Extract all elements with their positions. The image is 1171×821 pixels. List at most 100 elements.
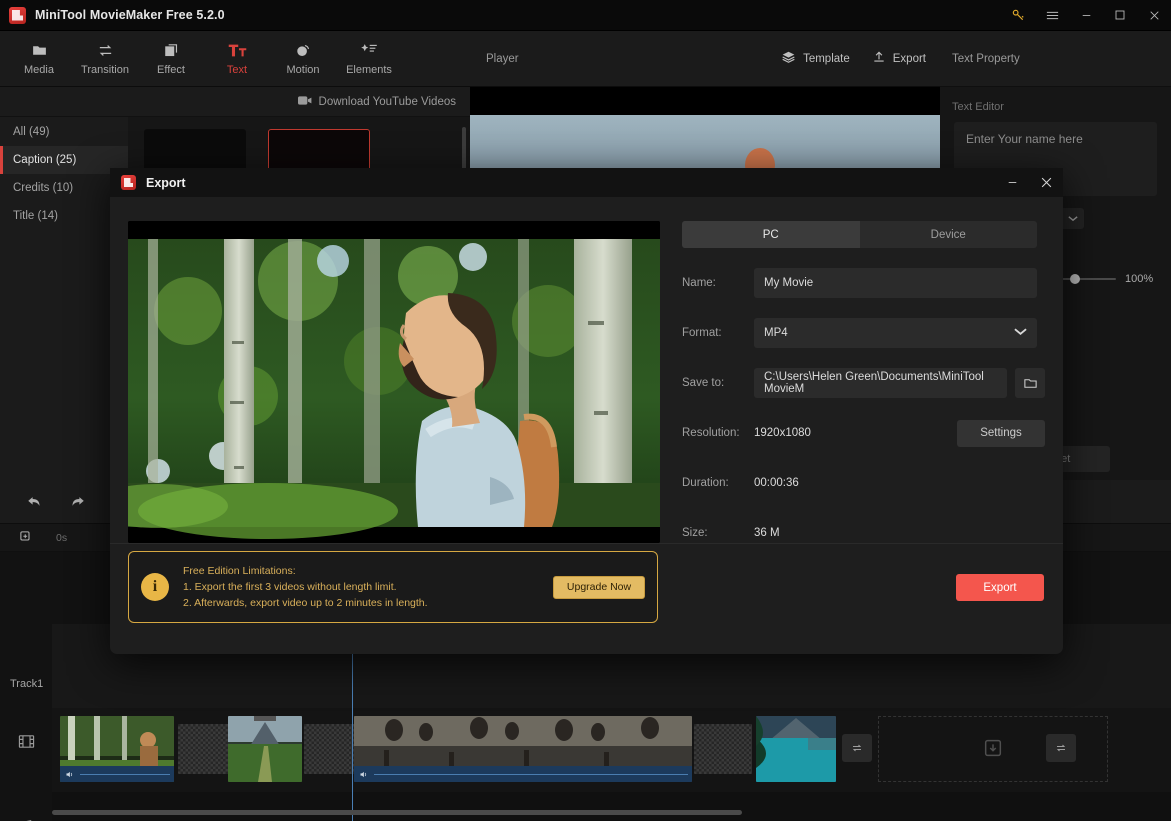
timeline-transition-2[interactable] (1046, 734, 1076, 762)
save-to-label: Save to: (682, 377, 725, 389)
minimize-icon[interactable] (995, 168, 1029, 197)
toolbar-item-motion[interactable]: Motion (270, 32, 336, 86)
size-value: 36 M (754, 527, 780, 539)
hamburger-menu-icon[interactable] (1035, 0, 1069, 31)
add-media-icon[interactable] (0, 530, 52, 545)
category-list: All (49) Caption (25) Credits (10) Title… (0, 117, 128, 480)
video-track-header[interactable] (0, 734, 52, 749)
drop-here-icon (982, 737, 1004, 762)
format-select[interactable]: MP4 (754, 318, 1037, 348)
app-title: MiniTool MovieMaker Free 5.2.0 (35, 8, 225, 22)
timeline-clip-mountain-path[interactable] (228, 716, 302, 782)
tab-pc[interactable]: PC (682, 221, 860, 248)
name-input[interactable]: My Movie (754, 268, 1037, 298)
export-button[interactable]: Export (872, 50, 926, 67)
notice-line-2: 2. Afterwards, export video up to 2 minu… (183, 597, 428, 609)
redo-icon[interactable] (69, 494, 86, 509)
main-toolbar: Media Transition Effect Text Motion Elem… (0, 31, 470, 87)
settings-button[interactable]: Settings (957, 419, 1045, 447)
motion-icon (295, 42, 312, 59)
toolbar-item-text[interactable]: Text (204, 32, 270, 86)
timeline-clip-balloons[interactable] (354, 716, 692, 782)
close-icon[interactable] (1137, 0, 1171, 31)
size-label: Size: (682, 527, 708, 539)
save-to-input[interactable]: C:\Users\Helen Green\Documents\MiniTool … (754, 368, 1007, 398)
duration-row: Duration: 00:00:36 (682, 468, 1045, 498)
toolbar-item-elements[interactable]: Elements (336, 32, 402, 86)
player-header-actions: Template Export (781, 50, 926, 67)
duration-label: Duration: (682, 477, 729, 489)
resolution-value: 1920x1080 (754, 427, 811, 439)
chevron-down-icon (1068, 213, 1078, 225)
info-icon: i (141, 573, 169, 601)
category-item-title[interactable]: Title (14) (0, 202, 128, 230)
chevron-down-icon (1014, 327, 1027, 339)
template-button[interactable]: Template (781, 50, 850, 67)
resolution-label: Resolution: (682, 427, 740, 439)
timeline-audio-lane[interactable] (52, 792, 1171, 821)
video-preview-thumbnail (128, 221, 660, 543)
duration-value: 00:00:36 (754, 477, 799, 489)
free-edition-notice: i Free Edition Limitations: 1. Export th… (128, 551, 658, 623)
export-confirm-button[interactable]: Export (956, 574, 1044, 601)
timeline-time-label: 0s (56, 531, 68, 544)
browse-folder-button[interactable] (1015, 368, 1045, 398)
timeline-horizontal-scrollbar[interactable] (52, 810, 742, 815)
notice-heading: Free Edition Limitations: (183, 565, 296, 577)
toolbar-label: Elements (346, 63, 392, 76)
maximize-icon[interactable] (1103, 0, 1137, 31)
category-item-caption[interactable]: Caption (25) (0, 146, 128, 174)
toolbar-item-transition[interactable]: Transition (72, 32, 138, 86)
app-window: MiniTool MovieMaker Free 5.2.0 Media Tra… (0, 0, 1171, 821)
window-controls (1001, 0, 1171, 31)
opacity-slider-knob[interactable] (1070, 274, 1081, 284)
toolbar-item-effect[interactable]: Effect (138, 32, 204, 86)
folder-icon (31, 42, 48, 59)
footer-divider (110, 543, 1063, 544)
resolution-row: Resolution: 1920x1080 Settings (682, 418, 1045, 448)
text-editor-section-label: Text Editor (952, 101, 1004, 113)
notice-line-1: 1. Export the first 3 videos without len… (183, 581, 397, 593)
toolbar-label: Transition (81, 63, 129, 76)
toolbar-label: Effect (157, 63, 185, 76)
elements-icon (360, 42, 378, 59)
save-to-row: Save to: C:\Users\Helen Green\Documents\… (682, 368, 1045, 398)
category-label: Title (14) (13, 210, 58, 222)
timeline-clip-row (60, 716, 1171, 782)
undo-icon[interactable] (26, 494, 43, 509)
clip-audio-strip (60, 766, 174, 782)
close-icon[interactable] (1029, 168, 1063, 197)
timeline-clip-forest-hiker[interactable] (60, 716, 174, 782)
export-dialog-controls (995, 168, 1063, 197)
toolbar-label: Motion (286, 63, 320, 76)
youtube-download-icon (297, 95, 312, 109)
upload-icon (872, 50, 886, 67)
transition-icon (97, 42, 114, 59)
export-settings-form: PC Device Name: My Movie Format: MP4 Sav… (660, 221, 1063, 543)
category-label: All (49) (13, 126, 50, 138)
timeline-clip-lake[interactable] (756, 716, 836, 782)
category-item-all[interactable]: All (49) (0, 118, 128, 146)
toolbar-label: Text (226, 63, 248, 76)
category-item-credits[interactable]: Credits (10) (0, 174, 128, 202)
export-dialog-titlebar: Export (110, 168, 1063, 197)
format-row: Format: MP4 (682, 318, 1045, 348)
toolbar-item-media[interactable]: Media (6, 32, 72, 86)
category-label: Credits (10) (13, 182, 74, 194)
toolbar-label: Media (24, 63, 54, 76)
tab-device[interactable]: Device (860, 221, 1038, 248)
layers-icon (781, 50, 796, 67)
export-dialog-body: PC Device Name: My Movie Format: MP4 Sav… (110, 197, 1063, 543)
download-youtube-videos-link[interactable]: Download YouTube Videos (319, 96, 456, 108)
destination-tabs: PC Device (682, 221, 1037, 248)
text-property-title: Text Property (940, 31, 1171, 87)
app-logo-icon (9, 6, 26, 24)
name-label: Name: (682, 277, 716, 289)
app-logo-icon (121, 175, 136, 190)
upgrade-now-button[interactable]: Upgrade Now (553, 575, 645, 599)
key-icon[interactable] (1001, 0, 1035, 31)
minimize-icon[interactable] (1069, 0, 1103, 31)
player-header: Player Template Export (470, 31, 940, 87)
timeline-clip-placeholder-3[interactable] (694, 724, 752, 774)
timeline-transition-1[interactable] (842, 734, 872, 762)
